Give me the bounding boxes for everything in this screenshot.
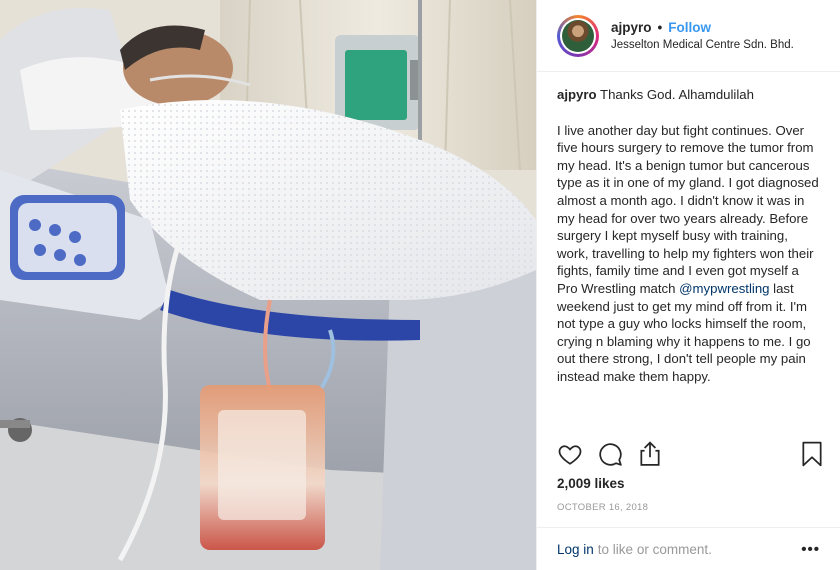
avatar-image	[562, 19, 594, 52]
location-link[interactable]: Jesselton Medical Centre Sdn. Bhd.	[611, 39, 794, 51]
comment-bar: Log in to like or comment. •••	[537, 527, 840, 570]
username-link[interactable]: ajpyro	[611, 20, 652, 35]
caption-body: I live another day but fight continues. …	[557, 122, 819, 296]
post-header: ajpyro • Follow Jesselton Medical Centre…	[537, 0, 840, 72]
follow-button[interactable]: Follow	[668, 20, 711, 35]
caption-body-end: last weekend just to get my mind off fro…	[557, 280, 811, 384]
hospital-bed-image	[0, 0, 536, 570]
avatar[interactable]	[557, 14, 599, 57]
more-options-button[interactable]: •••	[801, 541, 820, 558]
heart-icon[interactable]	[557, 441, 583, 472]
post-sidebar: ajpyro • Follow Jesselton Medical Centre…	[536, 0, 840, 570]
caption-first-line: Thanks God. Alhamdulilah	[600, 87, 754, 102]
action-bar	[557, 440, 824, 472]
caption-username[interactable]: ajpyro	[557, 87, 597, 102]
comment-prompt: to like or comment.	[597, 541, 712, 557]
instagram-post: ajpyro • Follow Jesselton Medical Centre…	[0, 0, 840, 570]
comment-icon[interactable]	[597, 441, 623, 472]
post-caption: ajpyro Thanks God. Alhamdulilah I live a…	[537, 72, 840, 426]
mention-link[interactable]: @mypwrestling	[679, 281, 769, 296]
separator-dot: •	[657, 20, 663, 35]
post-date: October 16, 2018	[557, 502, 649, 513]
post-photo[interactable]	[0, 0, 536, 570]
login-link[interactable]: Log in	[557, 542, 594, 557]
likes-count[interactable]: 2,009 likes	[557, 476, 625, 491]
share-icon[interactable]	[637, 440, 663, 472]
bookmark-icon[interactable]	[800, 441, 824, 472]
